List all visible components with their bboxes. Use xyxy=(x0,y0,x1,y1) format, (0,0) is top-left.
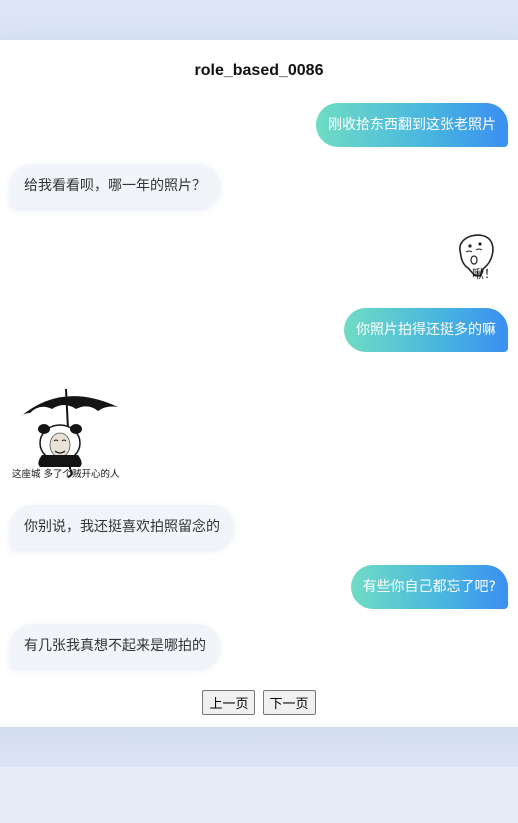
chat-title: role_based_0086 xyxy=(194,62,324,79)
message-bubble-outgoing: 有些你自己都忘了吧? xyxy=(350,565,508,609)
message-bubble-incoming: 给我看看呗，哪一年的照片？ xyxy=(10,164,220,208)
message-bubble-incoming: 你别说，我还挺喜欢拍照留念的 xyxy=(10,505,234,549)
message-bubble-outgoing: 刚收拾东西翻到这张老照片 xyxy=(316,103,508,147)
surprised-ghost-sticker: 啾！ xyxy=(452,228,502,284)
chat-card: role_based_0086 刚收拾东西翻到这张老照片 给我看看呗，哪一年的照… xyxy=(0,40,518,727)
next-page-button[interactable]: 下一页 xyxy=(262,690,316,715)
sticker-caption: 啾！ xyxy=(472,267,496,281)
message-bubble-outgoing: 你照片拍得还挺多的嘛 xyxy=(344,308,508,352)
top-background xyxy=(0,0,518,40)
pagination: 上一页 下一页 xyxy=(0,690,518,715)
bottom-background xyxy=(0,727,518,767)
message-bubble-incoming: 有几张我真想不起来是哪拍的 xyxy=(10,624,220,668)
panda-umbrella-sticker: 这座城 多了个贼开心的人 xyxy=(10,385,134,483)
prev-page-button[interactable]: 上一页 xyxy=(202,690,256,715)
sticker-caption: 这座城 多了个贼开心的人 xyxy=(12,468,120,480)
